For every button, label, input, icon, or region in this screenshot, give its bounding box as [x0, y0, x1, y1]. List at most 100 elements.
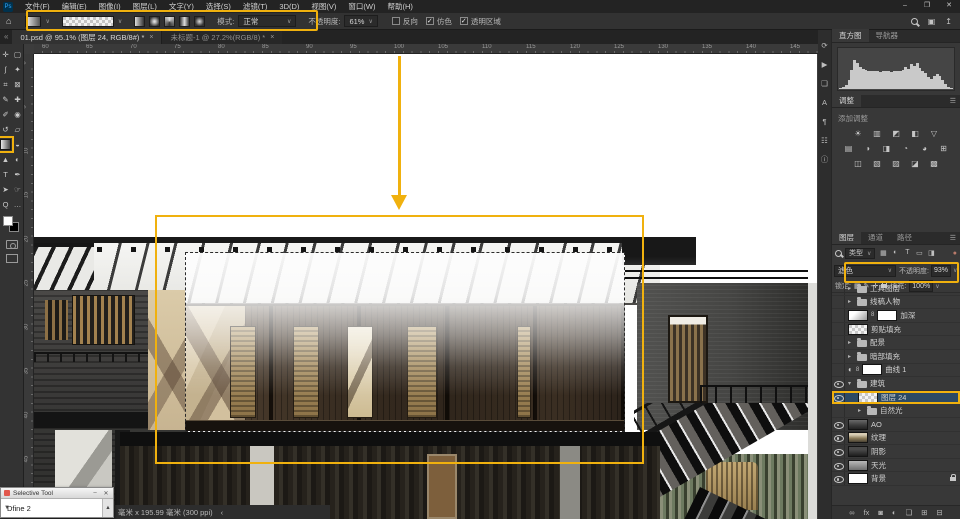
layer-row[interactable]: ▸自然光	[832, 404, 960, 418]
eye-toggle[interactable]	[832, 364, 845, 377]
history-brush-tool[interactable]: ↺	[0, 124, 11, 135]
actions-panel-icon[interactable]: ▶	[822, 61, 828, 69]
gradient-tool[interactable]	[0, 139, 11, 150]
exposure-icon[interactable]: ◧	[909, 128, 921, 139]
document-tab-active[interactable]: 01.psd @ 95.1% (图层 24, RGB/8#) * ×	[12, 30, 161, 44]
gradient-map-icon[interactable]: ◪	[909, 158, 921, 169]
frame-tool[interactable]: ⊠	[12, 79, 23, 90]
layer-row[interactable]: 图层 24	[832, 391, 960, 405]
eye-toggle[interactable]	[832, 323, 845, 336]
clone-stamp-tool[interactable]: ◉	[12, 109, 23, 120]
posterize-icon[interactable]: ▧	[871, 158, 883, 169]
expand-icon[interactable]: ▸	[848, 353, 854, 360]
filter-toggle-icon[interactable]: ●	[953, 250, 957, 257]
levels-icon[interactable]: ▥	[871, 128, 883, 139]
type-filter-icon[interactable]: T	[902, 249, 912, 257]
screen-mode-icon[interactable]	[6, 254, 18, 263]
linear-gradient-button[interactable]	[134, 16, 145, 27]
pen-tool[interactable]: ✒	[12, 169, 23, 180]
selective-color-icon[interactable]: ▩	[928, 158, 940, 169]
eye-toggle[interactable]	[832, 418, 845, 431]
marquee-tool[interactable]: ▢	[12, 49, 23, 60]
menu-item[interactable]: 帮助(H)	[382, 0, 419, 13]
type-tool[interactable]: T	[0, 169, 11, 180]
panel-menu-icon[interactable]: ☰	[950, 97, 956, 105]
tab-histogram[interactable]: 直方图	[832, 29, 869, 42]
eye-toggle[interactable]	[832, 459, 845, 472]
tab-navigator[interactable]: 导航器	[869, 29, 906, 42]
eraser-tool[interactable]: ▱	[12, 124, 23, 135]
edit-toolbar-icon[interactable]: …	[12, 199, 23, 210]
layer-row[interactable]: 8加深	[832, 309, 960, 323]
layer-row[interactable]: ▾建筑	[832, 377, 960, 391]
checkbox-透明区域[interactable]: ✓透明区域	[460, 16, 501, 27]
document-tab-inactive[interactable]: 未标题-1 @ 27.2%(RGB/8) * ×	[161, 30, 282, 44]
new-layer-icon[interactable]: ⊞	[921, 508, 927, 517]
add-mask-icon[interactable]: ◙	[878, 508, 883, 517]
tab-paths[interactable]: 路径	[890, 231, 919, 244]
dodge-tool[interactable]: ▲	[0, 154, 11, 165]
share-icon[interactable]: ↥	[945, 17, 952, 26]
crop-tool[interactable]: ⌗	[0, 79, 11, 90]
color-balance-icon[interactable]: ◑	[862, 143, 874, 154]
foreground-color-swatch[interactable]	[3, 216, 13, 226]
layer-row[interactable]: AO	[832, 418, 960, 432]
layer-kind-select[interactable]: 类型∨	[845, 248, 875, 259]
layer-row[interactable]: 剪贴填充	[832, 323, 960, 337]
menu-item[interactable]: 选择(S)	[200, 0, 237, 13]
angle-gradient-button[interactable]	[164, 16, 175, 27]
photo-filter-icon[interactable]: ◔	[900, 143, 912, 154]
radial-gradient-button[interactable]	[149, 16, 160, 27]
menu-item[interactable]: 图层(L)	[127, 0, 163, 13]
invert-icon[interactable]: ◫	[852, 158, 864, 169]
layer-style-icon[interactable]: fx	[864, 508, 870, 517]
layer-thumbnail[interactable]	[848, 460, 868, 471]
layer-row[interactable]: ▸线稿人物	[832, 296, 960, 310]
layer-row[interactable]: ▸配景	[832, 336, 960, 350]
layer-thumbnail[interactable]	[848, 324, 868, 335]
black-white-icon[interactable]: ◨	[881, 143, 893, 154]
checkbox-仿色[interactable]: ✓仿色	[426, 16, 452, 27]
eye-toggle[interactable]	[832, 336, 845, 349]
opacity-select[interactable]: 61%∨	[344, 15, 377, 27]
menu-item[interactable]: 文件(F)	[19, 0, 56, 13]
tab-adjustments[interactable]: 调整	[832, 94, 861, 107]
layer-thumbnail[interactable]	[848, 446, 868, 457]
eye-toggle[interactable]	[832, 282, 845, 295]
layer-opacity-value[interactable]: 93%	[931, 265, 951, 277]
eye-toggle[interactable]	[832, 309, 845, 322]
expand-icon[interactable]: ▸	[848, 298, 854, 305]
burn-tool[interactable]: ◐	[12, 154, 23, 165]
threshold-icon[interactable]: ▨	[890, 158, 902, 169]
search-icon[interactable]	[911, 18, 918, 25]
tab-channels[interactable]: 通道	[861, 231, 890, 244]
color-lookup-icon[interactable]: ⊞	[938, 143, 950, 154]
layer-thumbnail[interactable]	[848, 419, 868, 430]
workspace-icon[interactable]: ▣	[928, 17, 936, 26]
layer-row[interactable]: 天光	[832, 459, 960, 473]
layer-thumbnail[interactable]	[848, 310, 868, 321]
layer-row[interactable]: 背景	[832, 472, 960, 486]
layer-mask-thumbnail[interactable]	[877, 310, 897, 321]
eye-toggle[interactable]	[832, 432, 845, 445]
brush-tool[interactable]: ✐	[0, 109, 11, 120]
menu-item[interactable]: 编辑(E)	[56, 0, 93, 13]
menu-item[interactable]: 图像(I)	[93, 0, 127, 13]
tool-preset-picker[interactable]: ∨	[19, 16, 55, 27]
layer-thumbnail[interactable]	[848, 473, 868, 484]
healing-brush-tool[interactable]: ✚	[12, 94, 23, 105]
close-button[interactable]: ✕	[938, 0, 960, 12]
canvas[interactable]	[34, 54, 817, 519]
menu-item[interactable]: 文字(Y)	[163, 0, 200, 13]
expand-icon[interactable]: ▾	[848, 380, 854, 387]
expand-icon[interactable]: ▸	[848, 339, 854, 346]
status-chevron-icon[interactable]: ‹	[221, 508, 224, 517]
collapse-tabs-icon[interactable]: «	[0, 30, 12, 44]
checkbox-反向[interactable]: 反向	[392, 16, 418, 27]
smart-object-filter-icon[interactable]: ◨	[926, 249, 936, 257]
zoom-tool[interactable]: Q	[0, 199, 11, 210]
menu-item[interactable]: 视图(V)	[305, 0, 342, 13]
shape-filter-icon[interactable]: ▭	[914, 249, 924, 257]
character-panel-icon[interactable]: A	[822, 99, 827, 107]
expand-icon[interactable]: ▸	[858, 407, 864, 414]
